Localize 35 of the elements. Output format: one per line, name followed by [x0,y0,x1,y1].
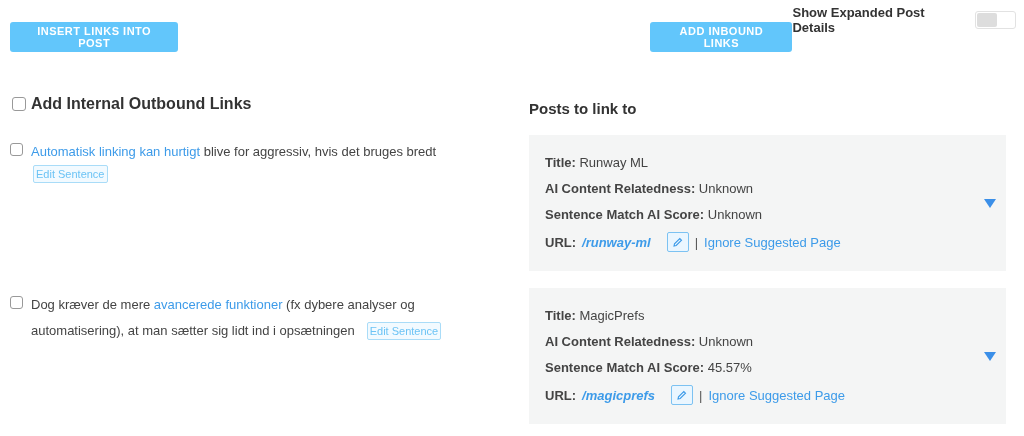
section-heading: Posts to link to [529,100,637,117]
url-label: URL: [545,234,577,250]
post-detail: AI Content Relatedness: Unknown [545,180,755,198]
pencil-icon [672,237,683,247]
post-detail: Sentence Match AI Score: Unknown [545,206,763,224]
caret-icon[interactable] [984,198,996,208]
post-detail: Sentence Match AI Score: 45.57% [545,359,753,377]
toggle-switch[interactable] [974,11,1016,29]
checkbox[interactable] [10,143,23,156]
toggle-label: Show Expanded Post Details [792,5,926,35]
separator-text: | [694,234,699,250]
caret-icon[interactable] [984,351,996,361]
edit-url-button[interactable] [666,232,689,252]
ignore-page-link[interactable]: Ignore Suggested Page [704,234,841,250]
sentence-text: Dog kræver de mere avancerede funktioner (fx dybere analyser og automatisering), at man sætter sig lidt ind i opsætningen Edit Sentence [31,292,479,344]
separator-text: | [699,387,703,403]
sentence-link[interactable]: avancerede funktioner [153,297,283,312]
checkbox[interactable] [12,97,26,111]
ignore-page-link[interactable]: Ignore Suggested Page [708,387,846,403]
checkbox[interactable] [10,296,23,309]
section-heading: Add Internal Outbound Links [31,95,252,113]
sentence-text: Automatisk linking kan hurtigt blive for aggressiv, hvis det bruges bredt Edit Sentence [31,139,437,183]
edit-url-button[interactable] [671,385,694,405]
post-url-link[interactable]: /runway-ml [582,234,651,250]
insert-links-button[interactable]: INSERT LINKS INTO POST [10,22,179,52]
edit-sentence-button[interactable]: Edit Sentence [33,165,108,183]
url-label: URL: [545,387,577,403]
post-detail: Title: MagicPrefs [545,307,646,325]
post-url-link[interactable]: /magicprefs [582,387,656,403]
edit-sentence-button[interactable]: Edit Sentence [366,322,442,340]
post-detail: AI Content Relatedness: Unknown [545,333,755,351]
sentence-link[interactable]: Automatisk linking kan hurtigt [31,144,201,159]
pencil-icon [677,390,688,400]
post-detail: Title: Runway ML [545,154,650,172]
add-inbound-links-button[interactable]: ADD INBOUND LINKS [650,22,793,52]
